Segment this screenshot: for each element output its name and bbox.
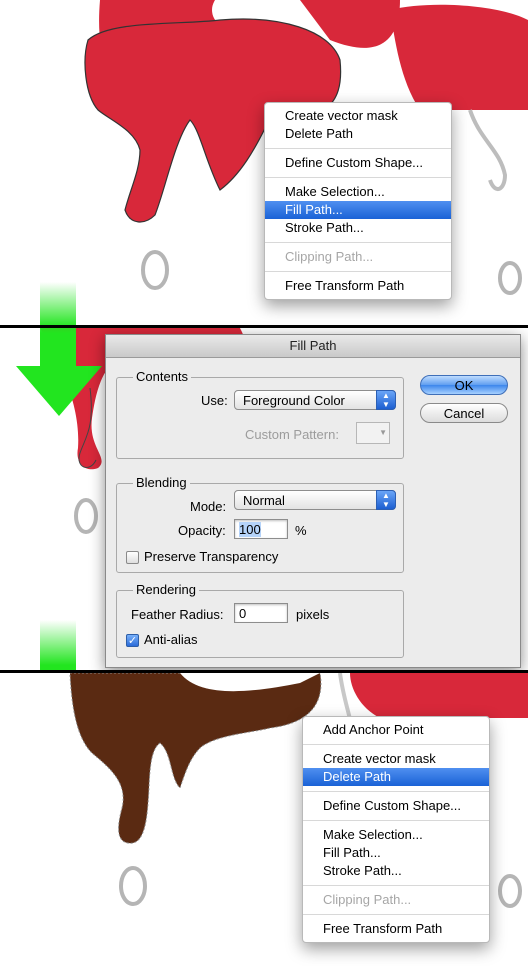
menu1-item-delete-path[interactable]: Delete Path — [265, 125, 451, 143]
menu-separator — [265, 177, 451, 178]
checkmark-icon: ✓ — [127, 635, 138, 647]
canvas-panel-3: Add Anchor Point Create vector mask Delete… — [0, 673, 528, 966]
contents-group-label: Contents — [133, 369, 192, 384]
down-arrow-icon — [14, 620, 106, 671]
menu2-item-define-custom-shape[interactable]: Define Custom Shape... — [303, 797, 489, 815]
menu1-item-clipping-path: Clipping Path... — [285, 249, 374, 264]
anti-alias-checkbox[interactable]: ✓ — [126, 634, 139, 647]
tutorial-page: Create vector mask Delete Path Define Cust… — [0, 0, 528, 966]
mode-label: Mode: — [190, 499, 227, 514]
menu1-item-create-vector-mask[interactable]: Create vector mask — [265, 107, 451, 125]
menu-separator — [303, 791, 489, 792]
mode-select-value: Normal — [243, 493, 285, 508]
menu-separator — [303, 820, 489, 821]
menu-separator — [265, 148, 451, 149]
feather-radius-label: Feather Radius: — [131, 607, 224, 622]
menu2-item-add-anchor-point[interactable]: Add Anchor Point — [303, 721, 489, 739]
rendering-group-label: Rendering — [133, 582, 199, 597]
preserve-transparency-label: Preserve Transparency — [144, 549, 279, 564]
menu2-item-fill-path[interactable]: Fill Path... — [303, 844, 489, 862]
custom-pattern-label: Custom Pattern: — [245, 427, 339, 442]
feather-radius-value: 0 — [239, 606, 247, 621]
use-select[interactable]: Foreground Color ▲ ▼ — [234, 390, 396, 410]
fill-path-dialog: Fill Path Contents Use: Foreground Color… — [105, 334, 521, 668]
mode-select[interactable]: Normal ▲ ▼ — [234, 490, 396, 510]
menu2-item-free-transform-path[interactable]: Free Transform Path — [303, 920, 489, 938]
stepper-icon: ▲ ▼ — [376, 390, 396, 410]
down-arrow-icon — [14, 282, 106, 326]
path-context-menu-1: Create vector mask Delete Path Define Cust… — [264, 102, 452, 300]
use-select-value: Foreground Color — [243, 393, 345, 408]
menu2-item-clipping-path: Clipping Path... — [323, 892, 412, 907]
cancel-button[interactable]: Cancel — [420, 403, 508, 423]
opacity-value: 100 — [239, 522, 261, 537]
path-context-menu-2: Add Anchor Point Create vector mask Delete… — [302, 716, 490, 943]
blending-group-label: Blending — [133, 475, 190, 490]
feather-radius-input[interactable]: 0 — [234, 603, 288, 623]
menu1-item-make-selection[interactable]: Make Selection... — [265, 183, 451, 201]
use-label: Use: — [201, 393, 228, 408]
menu2-item-make-selection[interactable]: Make Selection... — [303, 826, 489, 844]
canvas-panel-1: Create vector mask Delete Path Define Cust… — [0, 0, 528, 326]
menu1-item-stroke-path[interactable]: Stroke Path... — [265, 219, 451, 237]
down-arrow-icon — [14, 328, 106, 418]
dialog-title: Fill Path — [106, 335, 520, 358]
ok-button[interactable]: OK — [420, 375, 508, 395]
feather-radius-unit: pixels — [296, 607, 330, 622]
menu-separator — [303, 914, 489, 915]
menu2-item-stroke-path[interactable]: Stroke Path... — [303, 862, 489, 880]
menu1-item-define-custom-shape[interactable]: Define Custom Shape... — [265, 154, 451, 172]
opacity-label: Opacity: — [178, 523, 226, 538]
menu1-item-free-transform-path[interactable]: Free Transform Path — [265, 277, 451, 295]
menu1-item-fill-path[interactable]: Fill Path... — [265, 201, 451, 219]
opacity-input[interactable]: 100 — [234, 519, 288, 539]
menu-separator — [265, 271, 451, 272]
stepper-icon: ▲ ▼ — [376, 490, 396, 510]
opacity-unit: % — [295, 523, 307, 538]
custom-pattern-swatch: ▼ — [356, 422, 390, 444]
menu2-item-delete-path[interactable]: Delete Path — [303, 768, 489, 786]
menu-separator — [265, 242, 451, 243]
menu-separator — [303, 744, 489, 745]
menu2-item-create-vector-mask[interactable]: Create vector mask — [303, 750, 489, 768]
anti-alias-label: Anti-alias — [144, 632, 198, 647]
rendering-group — [116, 590, 404, 658]
menu-separator — [303, 885, 489, 886]
preserve-transparency-checkbox[interactable] — [126, 551, 139, 564]
